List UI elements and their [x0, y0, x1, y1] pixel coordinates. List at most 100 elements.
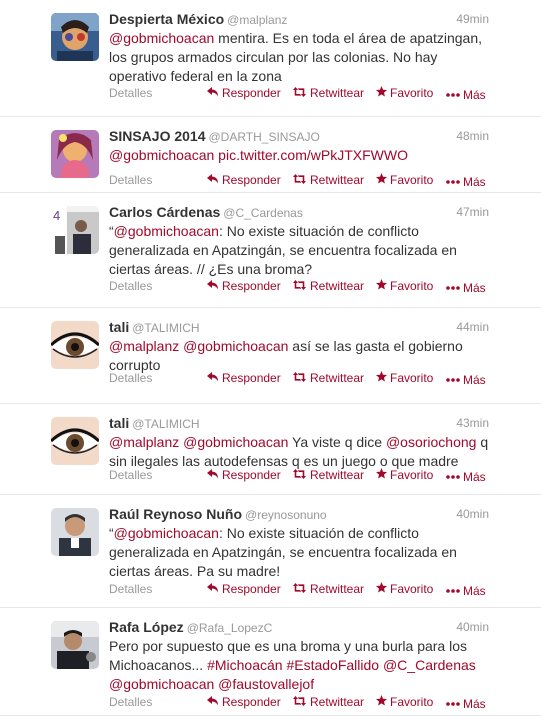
tweet-link[interactable]: #EstadoFallido	[286, 657, 379, 673]
tweet-content: Despierta México @malplanz 49min @gobmichoa…	[109, 10, 489, 86]
tweet-link[interactable]: #Michoacán	[207, 657, 283, 673]
more-button[interactable]: Más	[446, 467, 486, 485]
reply-button[interactable]: Responder	[207, 370, 281, 386]
retweet-button[interactable]: Retwittear	[292, 370, 364, 386]
tweet-username[interactable]: @C_Cardenas	[223, 206, 303, 220]
tweet-timestamp[interactable]: 44min	[456, 318, 489, 336]
tweet-timestamp[interactable]: 48min	[456, 127, 489, 145]
tweet-link[interactable]: @gobmichoacan	[114, 525, 219, 541]
tweet-link[interactable]: @gobmichoacan	[109, 30, 214, 46]
tweet-link[interactable]: @gobmichoacan	[183, 338, 288, 354]
tweet-fullname[interactable]: Carlos Cárdenas	[109, 204, 220, 220]
favorite-button[interactable]: Favorito	[376, 370, 433, 386]
tweet-link[interactable]: @gobmichoacan	[109, 147, 214, 163]
details-link[interactable]: Detalles	[109, 85, 152, 101]
reply-arrow-icon	[207, 86, 219, 100]
star-icon	[376, 173, 387, 187]
favorite-button[interactable]: Favorito	[376, 85, 433, 101]
retweet-button[interactable]: Retwittear	[292, 172, 364, 188]
more-button[interactable]: Más	[446, 85, 486, 103]
star-icon	[376, 279, 387, 293]
tweet-timestamp[interactable]: 47min	[456, 203, 489, 221]
tweet-username[interactable]: @TALIMICH	[132, 321, 199, 335]
tweet-link[interactable]: @osoriochong	[386, 434, 477, 450]
tweet-link[interactable]: @gobmichoacan	[109, 676, 214, 692]
details-link[interactable]: Detalles	[109, 467, 152, 483]
reply-label: Responder	[222, 279, 281, 293]
tweet-item[interactable]: tali @TALIMICH 43min @malplanz @gobmichoaca…	[0, 404, 541, 495]
retweet-icon	[292, 173, 307, 187]
tweet-fullname[interactable]: Despierta México	[109, 11, 224, 27]
reply-button[interactable]: Responder	[207, 85, 281, 101]
reply-arrow-icon	[207, 279, 219, 293]
tweet-username[interactable]: @TALIMICH	[132, 417, 199, 431]
tweet-item[interactable]: tali @TALIMICH 44min @malplanz @gobmichoaca…	[0, 308, 541, 404]
tweet-timestamp[interactable]: 40min	[456, 505, 489, 523]
reply-button[interactable]: Responder	[207, 581, 281, 597]
avatar[interactable]	[51, 321, 99, 369]
details-link[interactable]: Detalles	[109, 581, 152, 597]
favorite-button[interactable]: Favorito	[376, 694, 433, 710]
details-link[interactable]: Detalles	[109, 370, 152, 386]
tweet-fullname[interactable]: Rafa López	[109, 619, 184, 635]
details-link[interactable]: Detalles	[109, 694, 152, 710]
tweet-item[interactable]: Raúl Reynoso Nuño @reynosonuno 40min “@gobm…	[0, 495, 541, 608]
reply-button[interactable]: Responder	[207, 467, 281, 483]
more-button[interactable]: Más	[446, 370, 486, 388]
tweet-username[interactable]: @reynosonuno	[245, 508, 327, 522]
tweet-link[interactable]: @faustovallejof	[218, 676, 314, 692]
retweet-button[interactable]: Retwittear	[292, 694, 364, 710]
favorite-button[interactable]: Favorito	[376, 467, 433, 483]
avatar[interactable]	[51, 13, 99, 61]
tweet-link[interactable]: @malplanz	[109, 338, 179, 354]
more-button[interactable]: Más	[446, 172, 486, 190]
favorite-button[interactable]: Favorito	[376, 172, 433, 188]
details-link[interactable]: Detalles	[109, 278, 152, 294]
retweet-button[interactable]: Retwittear	[292, 85, 364, 101]
retweet-label: Retwittear	[310, 173, 365, 187]
avatar[interactable]	[51, 130, 99, 178]
tweet-link[interactable]: pic.twitter.com/wPkJTXFWWO	[218, 147, 408, 163]
tweet-username[interactable]: @DARTH_SINSAJO	[209, 130, 320, 144]
tweet-timestamp[interactable]: 49min	[456, 10, 489, 28]
more-button[interactable]: Más	[446, 581, 486, 599]
tweet-fullname[interactable]: Raúl Reynoso Nuño	[109, 506, 242, 522]
avatar[interactable]: 4	[51, 206, 99, 254]
tweet-item[interactable]: SINSAJO 2014 @DARTH_SINSAJO 48min @gobmicho…	[0, 117, 541, 193]
tweet-link[interactable]: @gobmichoacan	[183, 434, 288, 450]
tweet-link[interactable]: @malplanz	[109, 434, 179, 450]
tweet-link[interactable]: @gobmichoacan	[114, 223, 219, 239]
retweet-button[interactable]: Retwittear	[292, 581, 364, 597]
details-link[interactable]: Detalles	[109, 172, 152, 188]
reply-label: Responder	[222, 371, 281, 385]
tweet-fullname[interactable]: SINSAJO 2014	[109, 128, 206, 144]
tweet-text: “@gobmichoacan: No existe situación de c…	[109, 222, 489, 279]
avatar[interactable]	[51, 621, 99, 669]
tweet-timestamp[interactable]: 40min	[456, 618, 489, 636]
tweet-fullname[interactable]: tali	[109, 319, 129, 335]
favorite-button[interactable]: Favorito	[376, 278, 433, 294]
favorite-button[interactable]: Favorito	[376, 581, 433, 597]
tweet-username[interactable]: @malplanz	[227, 13, 287, 27]
tweet-item[interactable]: 4 Carlos Cárdenas @C_Cardenas 47min “@gobmic…	[0, 193, 541, 308]
tweet-fullname[interactable]: tali	[109, 415, 129, 431]
tweet-timestamp[interactable]: 43min	[456, 414, 489, 432]
reply-button[interactable]: Responder	[207, 278, 281, 294]
avatar[interactable]	[51, 508, 99, 556]
ellipsis-icon	[446, 582, 460, 596]
tweet-item[interactable]: Despierta México @malplanz 49min @gobmichoa…	[0, 0, 541, 117]
avatar[interactable]	[51, 417, 99, 465]
tweet-item[interactable]: Rafa López @Rafa_LopezC 40min Pero por supu…	[0, 608, 541, 716]
reply-button[interactable]: Responder	[207, 694, 281, 710]
tweet-link[interactable]: @C_Cardenas	[383, 657, 476, 673]
retweet-button[interactable]: Retwittear	[292, 278, 364, 294]
retweet-label: Retwittear	[310, 371, 365, 385]
more-label: Más	[463, 373, 486, 387]
tweet-username[interactable]: @Rafa_LopezC	[187, 621, 273, 635]
more-label: Más	[463, 281, 486, 295]
more-button[interactable]: Más	[446, 694, 486, 712]
more-button[interactable]: Más	[446, 278, 486, 296]
retweet-button[interactable]: Retwittear	[292, 467, 364, 483]
retweet-label: Retwittear	[310, 468, 365, 482]
reply-button[interactable]: Responder	[207, 172, 281, 188]
